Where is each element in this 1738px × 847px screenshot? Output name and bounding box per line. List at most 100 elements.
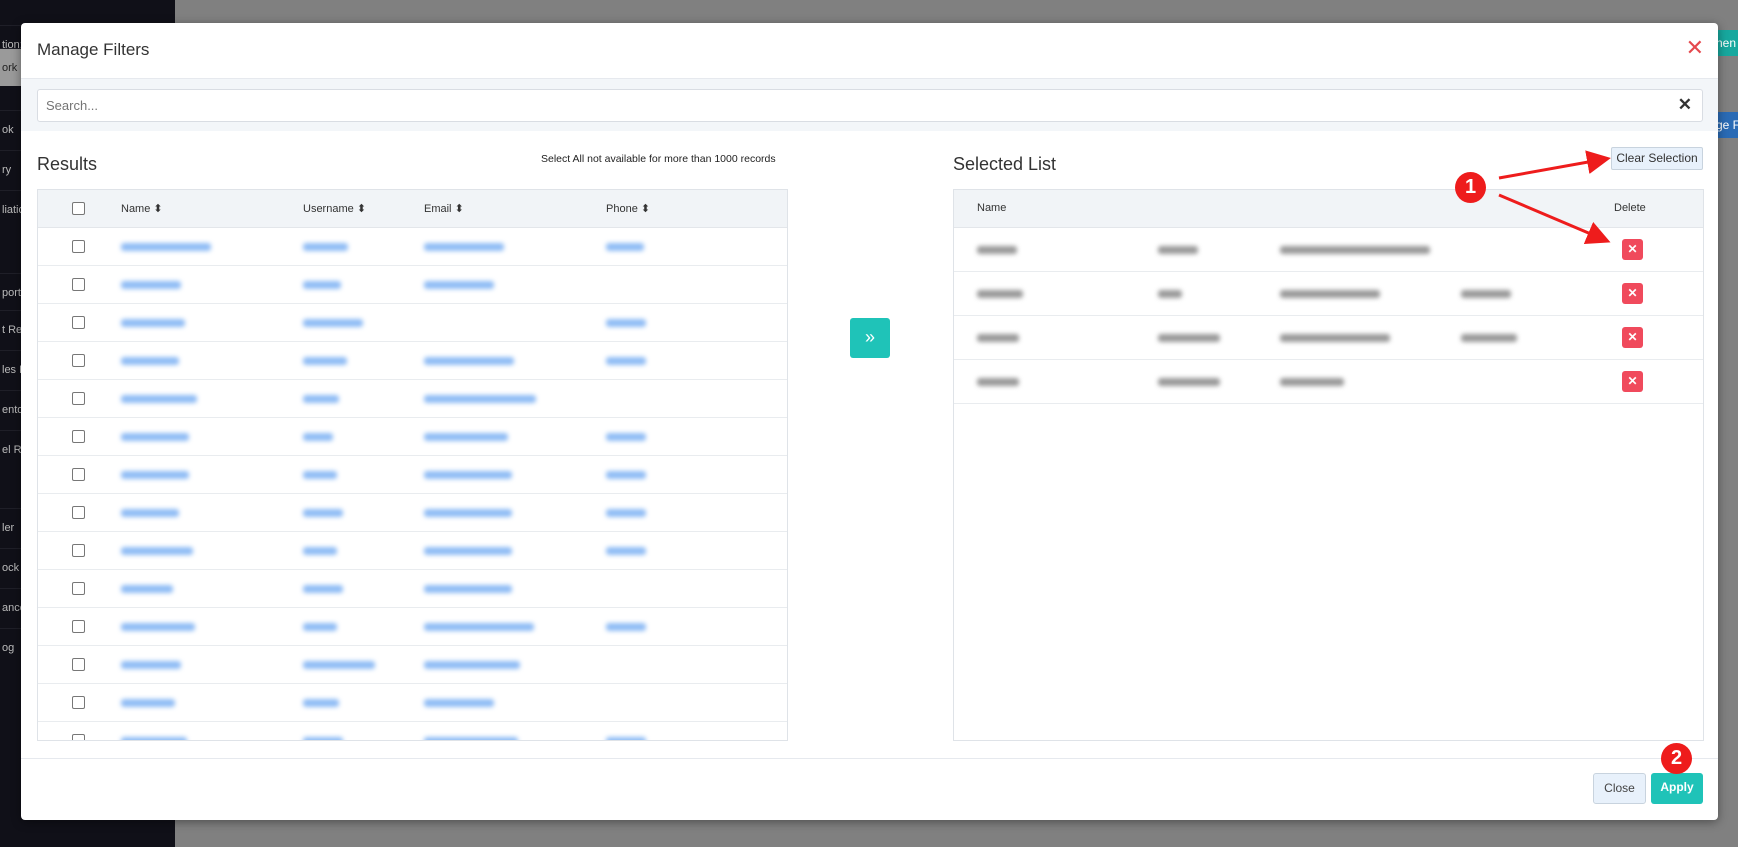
row-checkbox[interactable]	[72, 582, 85, 595]
row-checkbox[interactable]	[72, 240, 85, 253]
table-row[interactable]	[38, 494, 787, 532]
redacted-cell[interactable]	[424, 433, 508, 441]
redacted-cell[interactable]	[303, 509, 343, 517]
delete-icon[interactable]: ✕	[1622, 371, 1643, 392]
redacted-cell[interactable]	[424, 661, 520, 669]
redacted-cell[interactable]	[424, 357, 514, 365]
row-checkbox[interactable]	[72, 506, 85, 519]
redacted-cell[interactable]	[121, 585, 173, 593]
redacted-cell[interactable]	[121, 547, 193, 555]
redacted-cell[interactable]	[303, 661, 375, 669]
redacted-cell[interactable]	[303, 319, 363, 327]
table-row[interactable]	[38, 418, 787, 456]
redacted-cell[interactable]	[424, 281, 494, 289]
row-checkbox[interactable]	[72, 696, 85, 709]
apply-button[interactable]: Apply	[1651, 773, 1703, 804]
row-checkbox[interactable]	[72, 316, 85, 329]
redacted-cell[interactable]	[606, 433, 646, 441]
table-row[interactable]	[38, 342, 787, 380]
table-row[interactable]	[38, 228, 787, 266]
row-checkbox[interactable]	[72, 392, 85, 405]
table-row[interactable]	[38, 380, 787, 418]
redacted-cell[interactable]	[424, 395, 536, 403]
redacted-cell[interactable]	[303, 281, 341, 289]
redacted-cell[interactable]	[121, 509, 179, 517]
redacted-cell[interactable]	[606, 243, 644, 251]
table-row[interactable]	[38, 532, 787, 570]
delete-icon[interactable]: ✕	[1622, 327, 1643, 348]
redacted-cell[interactable]	[121, 737, 187, 740]
col-phone[interactable]: Phone ⬍	[606, 202, 650, 215]
table-row[interactable]	[38, 684, 787, 722]
redacted-cell[interactable]	[303, 623, 337, 631]
row-checkbox[interactable]	[72, 278, 85, 291]
redacted-cell[interactable]	[303, 357, 347, 365]
row-checkbox[interactable]	[72, 354, 85, 367]
redacted-cell[interactable]	[606, 547, 646, 555]
select-all-checkbox[interactable]	[72, 202, 85, 215]
redacted-cell	[1280, 378, 1344, 386]
row-checkbox[interactable]	[72, 430, 85, 443]
redacted-cell[interactable]	[606, 319, 646, 327]
redacted-cell[interactable]	[121, 357, 179, 365]
col-username[interactable]: Username ⬍	[303, 202, 366, 215]
redacted-cell[interactable]	[121, 661, 181, 669]
redacted-cell[interactable]	[121, 471, 189, 479]
redacted-cell[interactable]	[424, 699, 494, 707]
redacted-cell[interactable]	[121, 395, 197, 403]
redacted-cell[interactable]	[121, 243, 211, 251]
redacted-cell[interactable]	[424, 623, 534, 631]
redacted-cell[interactable]	[606, 509, 646, 517]
redacted-cell[interactable]	[121, 433, 189, 441]
table-row[interactable]	[38, 570, 787, 608]
row-checkbox[interactable]	[72, 734, 85, 740]
table-row[interactable]	[38, 646, 787, 684]
table-row[interactable]	[38, 456, 787, 494]
annotation-badge-1: 1	[1455, 172, 1486, 203]
table-row[interactable]	[38, 608, 787, 646]
redacted-cell[interactable]	[121, 281, 181, 289]
clear-selection-button[interactable]: Clear Selection	[1611, 147, 1703, 170]
selected-row: ✕	[954, 228, 1703, 272]
redacted-cell[interactable]	[424, 737, 518, 740]
redacted-cell[interactable]	[303, 395, 339, 403]
close-icon[interactable]: ✕	[1686, 35, 1704, 61]
redacted-cell[interactable]	[424, 509, 512, 517]
redacted-cell[interactable]	[303, 737, 343, 740]
redacted-cell[interactable]	[121, 623, 195, 631]
redacted-cell[interactable]	[606, 471, 646, 479]
delete-icon[interactable]: ✕	[1622, 239, 1643, 260]
row-checkbox[interactable]	[72, 658, 85, 671]
table-row[interactable]	[38, 266, 787, 304]
redacted-cell	[1158, 334, 1220, 342]
redacted-cell[interactable]	[424, 471, 512, 479]
results-title: Results	[37, 154, 98, 174]
redacted-cell[interactable]	[606, 623, 646, 631]
clear-search-icon[interactable]: ✕	[1678, 95, 1692, 115]
redacted-cell[interactable]	[121, 319, 185, 327]
row-checkbox[interactable]	[72, 620, 85, 633]
row-checkbox[interactable]	[72, 468, 85, 481]
redacted-cell[interactable]	[303, 699, 339, 707]
col-email[interactable]: Email ⬍	[424, 202, 464, 215]
redacted-cell[interactable]	[424, 547, 512, 555]
redacted-cell	[1158, 246, 1198, 254]
redacted-cell[interactable]	[424, 243, 504, 251]
redacted-cell[interactable]	[303, 433, 333, 441]
redacted-cell[interactable]	[303, 471, 337, 479]
redacted-cell[interactable]	[303, 585, 343, 593]
delete-icon[interactable]: ✕	[1622, 283, 1643, 304]
redacted-cell[interactable]	[303, 243, 348, 251]
redacted-cell[interactable]	[424, 585, 512, 593]
redacted-cell[interactable]	[606, 737, 646, 740]
add-selected-button[interactable]: »	[850, 318, 890, 358]
redacted-cell[interactable]	[303, 547, 337, 555]
table-row[interactable]	[38, 304, 787, 342]
redacted-cell[interactable]	[606, 357, 646, 365]
search-input[interactable]	[37, 89, 1703, 122]
redacted-cell[interactable]	[121, 699, 175, 707]
col-name[interactable]: Name ⬍	[121, 202, 163, 215]
row-checkbox[interactable]	[72, 544, 85, 557]
table-row[interactable]	[38, 722, 787, 740]
close-button[interactable]: Close	[1593, 773, 1646, 804]
